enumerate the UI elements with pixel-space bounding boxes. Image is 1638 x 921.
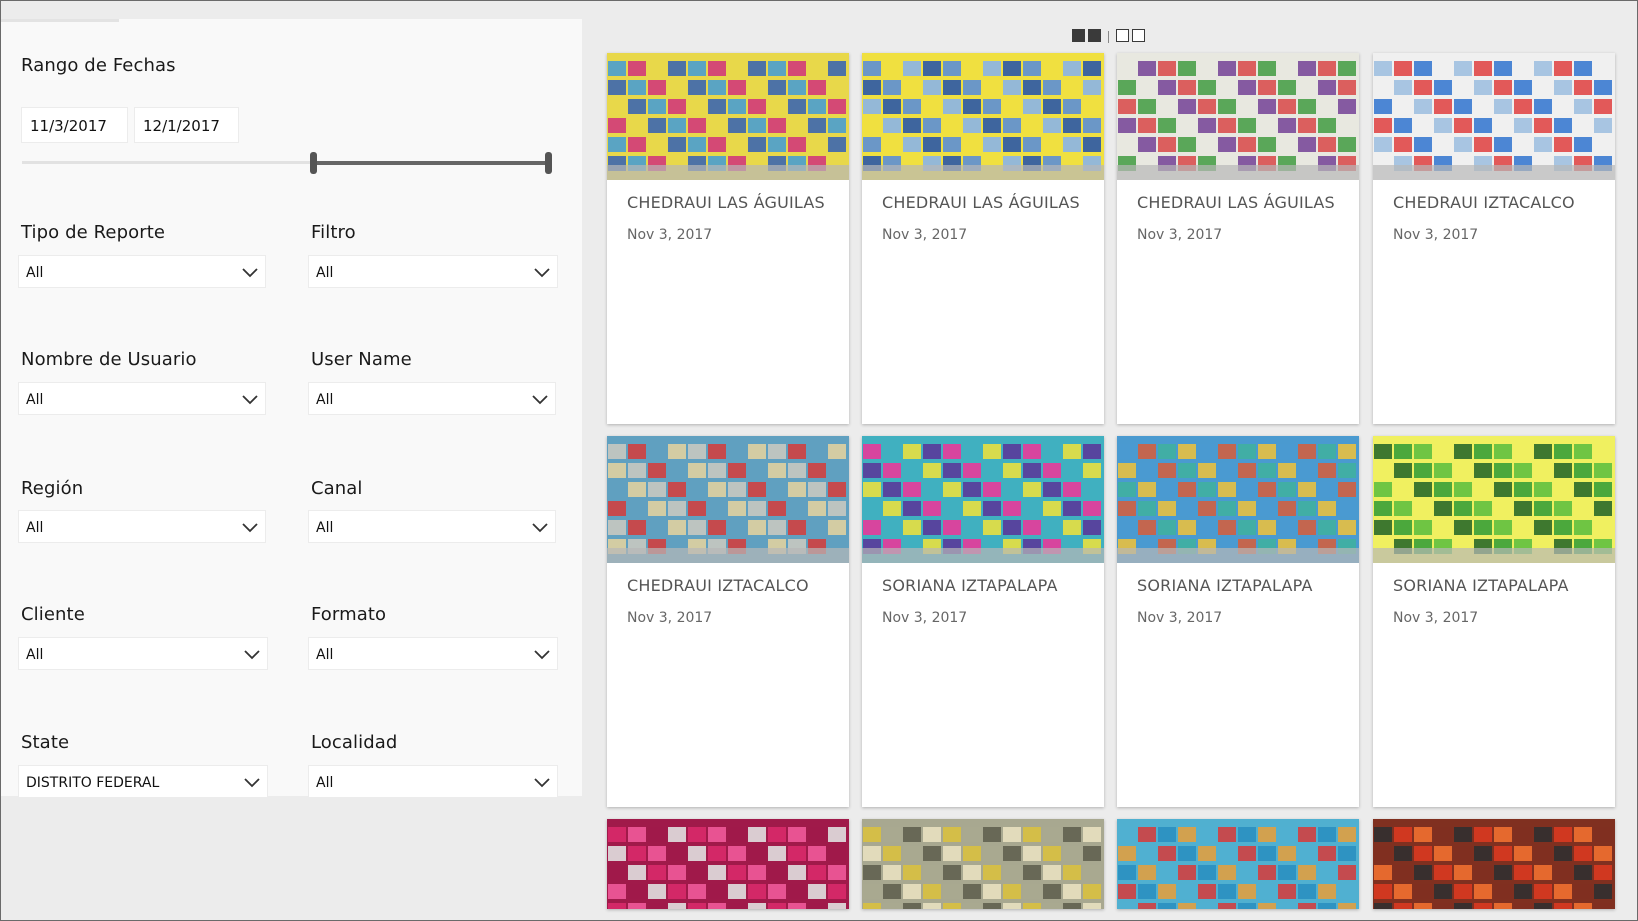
filter-panel: Rango de Fechas 11/3/2017 12/1/2017 Tipo… xyxy=(1,19,582,798)
localidad-value: All xyxy=(316,775,334,791)
top-strip xyxy=(1,19,119,22)
region-label: Región xyxy=(21,478,84,499)
store-name: CHEDRAUI IZTACALCO xyxy=(1393,193,1575,212)
chevron-down-icon xyxy=(242,395,258,405)
region-value: All xyxy=(26,520,44,536)
photo-card[interactable] xyxy=(607,819,849,909)
shelf-products-photo xyxy=(1373,436,1615,563)
store-name: SORIANA IZTAPALAPA xyxy=(1393,576,1569,595)
filtro-label: Filtro xyxy=(311,222,356,243)
chevron-down-icon xyxy=(534,650,550,660)
formato-dropdown[interactable]: All xyxy=(308,637,558,670)
chevron-down-icon xyxy=(532,523,548,533)
photo-date: Nov 3, 2017 xyxy=(627,227,713,243)
date-slider-start-handle[interactable] xyxy=(310,152,317,174)
state-label: State xyxy=(21,732,70,753)
product-shelf-photo xyxy=(607,819,849,909)
cliente-dropdown[interactable]: All xyxy=(18,637,268,670)
state-value: DISTRITO FEDERAL xyxy=(26,775,160,791)
chevron-down-icon xyxy=(244,778,260,788)
formato-label: Formato xyxy=(311,604,387,625)
page-dot-4[interactable] xyxy=(1132,29,1145,42)
photo-card[interactable] xyxy=(1117,819,1359,909)
cliente-value: All xyxy=(26,647,44,663)
localidad-dropdown[interactable]: All xyxy=(308,765,558,798)
photo-card[interactable]: SORIANA IZTAPALAPA Nov 3, 2017 xyxy=(1117,436,1359,807)
page-indicator xyxy=(1072,29,1147,43)
store-display-photo xyxy=(1117,53,1359,180)
shelf-products-photo xyxy=(1117,436,1359,563)
product-shelf-photo xyxy=(1117,819,1359,909)
photo-card[interactable] xyxy=(862,819,1104,909)
chevron-down-icon xyxy=(242,523,258,533)
detergent-shelf-photo xyxy=(862,436,1104,563)
photo-date: Nov 3, 2017 xyxy=(1137,227,1223,243)
product-shelf-photo xyxy=(862,819,1104,909)
page-dot-3[interactable] xyxy=(1116,29,1129,42)
page-dot-2[interactable] xyxy=(1088,29,1101,42)
user-name-value: All xyxy=(316,392,334,408)
photo-card[interactable]: CHEDRAUI LAS ÁGUILAS Nov 3, 2017 xyxy=(1117,53,1359,424)
photo-card[interactable]: CHEDRAUI LAS ÁGUILAS Nov 3, 2017 xyxy=(607,53,849,424)
date-range-label: Rango de Fechas xyxy=(21,55,176,76)
store-name: CHEDRAUI IZTACALCO xyxy=(627,576,809,595)
photo-card[interactable]: CHEDRAUI IZTACALCO Nov 3, 2017 xyxy=(1373,53,1615,424)
tipo-reporte-value: All xyxy=(26,265,44,281)
store-name: CHEDRAUI LAS ÁGUILAS xyxy=(627,193,825,212)
photo-date: Nov 3, 2017 xyxy=(882,227,968,243)
user-name-label: User Name xyxy=(311,349,412,370)
canal-dropdown[interactable]: All xyxy=(308,510,556,543)
user-name-dropdown[interactable]: All xyxy=(308,382,556,415)
date-end-input[interactable]: 12/1/2017 xyxy=(134,107,239,143)
date-start-input[interactable]: 11/3/2017 xyxy=(21,107,128,143)
page-separator xyxy=(1108,31,1109,43)
photo-card[interactable]: SORIANA IZTAPALAPA Nov 3, 2017 xyxy=(1373,436,1615,807)
chevron-down-icon xyxy=(534,778,550,788)
store-name: SORIANA IZTAPALAPA xyxy=(882,576,1058,595)
chevron-down-icon xyxy=(532,395,548,405)
nombre-usuario-dropdown[interactable]: All xyxy=(18,382,266,415)
store-aisle-photo xyxy=(862,53,1104,180)
store-name: SORIANA IZTAPALAPA xyxy=(1137,576,1313,595)
chevron-down-icon xyxy=(244,650,260,660)
page-dot-1[interactable] xyxy=(1072,29,1085,42)
photo-date: Nov 3, 2017 xyxy=(882,610,968,626)
chevron-down-icon xyxy=(242,268,258,278)
product-shelf-photo xyxy=(1373,819,1615,909)
filtro-dropdown[interactable]: All xyxy=(308,255,558,288)
canal-value: All xyxy=(316,520,334,536)
date-slider-end-handle[interactable] xyxy=(545,152,552,174)
tipo-reporte-dropdown[interactable]: All xyxy=(18,255,266,288)
date-slider-range xyxy=(313,161,551,165)
region-dropdown[interactable]: All xyxy=(18,510,266,543)
localidad-label: Localidad xyxy=(311,732,398,753)
photo-date: Nov 3, 2017 xyxy=(627,610,713,626)
filtro-value: All xyxy=(316,265,334,281)
cliente-label: Cliente xyxy=(21,604,85,625)
photo-date: Nov 3, 2017 xyxy=(1137,610,1223,626)
photo-card[interactable]: CHEDRAUI LAS ÁGUILAS Nov 3, 2017 xyxy=(862,53,1104,424)
photo-card[interactable]: SORIANA IZTAPALAPA Nov 3, 2017 xyxy=(862,436,1104,807)
store-aisle-photo xyxy=(607,53,849,180)
photo-date: Nov 3, 2017 xyxy=(1393,227,1479,243)
photo-date: Nov 3, 2017 xyxy=(1393,610,1479,626)
formato-value: All xyxy=(316,647,334,663)
chevron-down-icon xyxy=(534,268,550,278)
store-display-photo xyxy=(1373,53,1615,180)
store-name: CHEDRAUI LAS ÁGUILAS xyxy=(882,193,1080,212)
tipo-reporte-label: Tipo de Reporte xyxy=(21,222,166,243)
nombre-usuario-label: Nombre de Usuario xyxy=(21,349,197,370)
state-dropdown[interactable]: DISTRITO FEDERAL xyxy=(18,765,268,798)
canal-label: Canal xyxy=(311,478,363,499)
photo-card[interactable] xyxy=(1373,819,1615,909)
nombre-usuario-value: All xyxy=(26,392,44,408)
store-name: CHEDRAUI LAS ÁGUILAS xyxy=(1137,193,1335,212)
store-aisle-photo xyxy=(607,436,849,563)
photo-card[interactable]: CHEDRAUI IZTACALCO Nov 3, 2017 xyxy=(607,436,849,807)
